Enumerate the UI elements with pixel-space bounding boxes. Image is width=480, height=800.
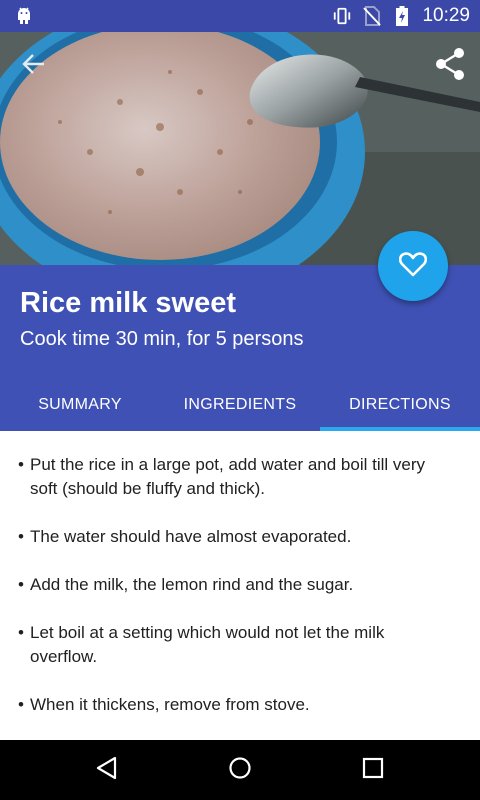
list-item: • Add the milk, the lemon rind and the s… (18, 573, 450, 597)
recipe-hero-image (0, 32, 480, 265)
list-item: • When it thickens, remove from stove. (18, 693, 450, 717)
nav-home-button[interactable] (216, 746, 264, 794)
tab-bar: SUMMARY INGREDIENTS DIRECTIONS (0, 378, 480, 431)
direction-text: Add the milk, the lemon rind and the sug… (30, 575, 354, 594)
direction-text: Put the rice in a large pot, add water a… (30, 455, 425, 498)
favorite-fab-button[interactable] (378, 231, 448, 301)
list-item: • Let boil at a setting which would not … (18, 621, 450, 669)
arrow-back-icon (21, 51, 47, 82)
directions-list[interactable]: • Put the rice in a large pot, add water… (0, 431, 480, 740)
nav-back-button[interactable] (83, 746, 131, 794)
vibrate-icon (332, 6, 352, 26)
list-item: • The water should have almost evaporate… (18, 525, 450, 549)
back-triangle-icon (95, 756, 119, 785)
recipe-title: Rice milk sweet (20, 287, 236, 319)
tab-summary[interactable]: SUMMARY (0, 378, 160, 431)
direction-text: Let boil at a setting which would not le… (30, 623, 385, 666)
tab-directions[interactable]: DIRECTIONS (320, 378, 480, 431)
back-button[interactable] (10, 42, 58, 90)
bullet: • (18, 455, 24, 474)
share-icon (434, 47, 466, 86)
system-nav-bar (0, 740, 480, 800)
no-sim-icon (362, 6, 382, 26)
status-time: 10:29 (422, 5, 470, 26)
recipe-subtitle: Cook time 30 min, for 5 persons (20, 328, 304, 350)
rice-pudding-bowl-photo (0, 32, 480, 265)
tab-ingredients[interactable]: INGREDIENTS (160, 378, 320, 431)
battery-charging-icon (392, 6, 412, 26)
status-bar: 10:29 (0, 0, 480, 32)
android-debug-icon (14, 6, 34, 26)
bullet: • (18, 575, 24, 594)
list-item: • Put the rice in a large pot, add water… (18, 453, 450, 501)
bullet: • (18, 623, 24, 642)
direction-text: When it thickens, remove from stove. (30, 695, 310, 714)
nav-recents-button[interactable] (349, 746, 397, 794)
share-button[interactable] (426, 42, 474, 90)
direction-text: The water should have almost evaporated. (30, 527, 352, 546)
bullet: • (18, 695, 24, 714)
home-circle-icon (228, 756, 252, 785)
recents-square-icon (362, 757, 384, 784)
bullet: • (18, 527, 24, 546)
heart-outline-icon (398, 251, 428, 282)
